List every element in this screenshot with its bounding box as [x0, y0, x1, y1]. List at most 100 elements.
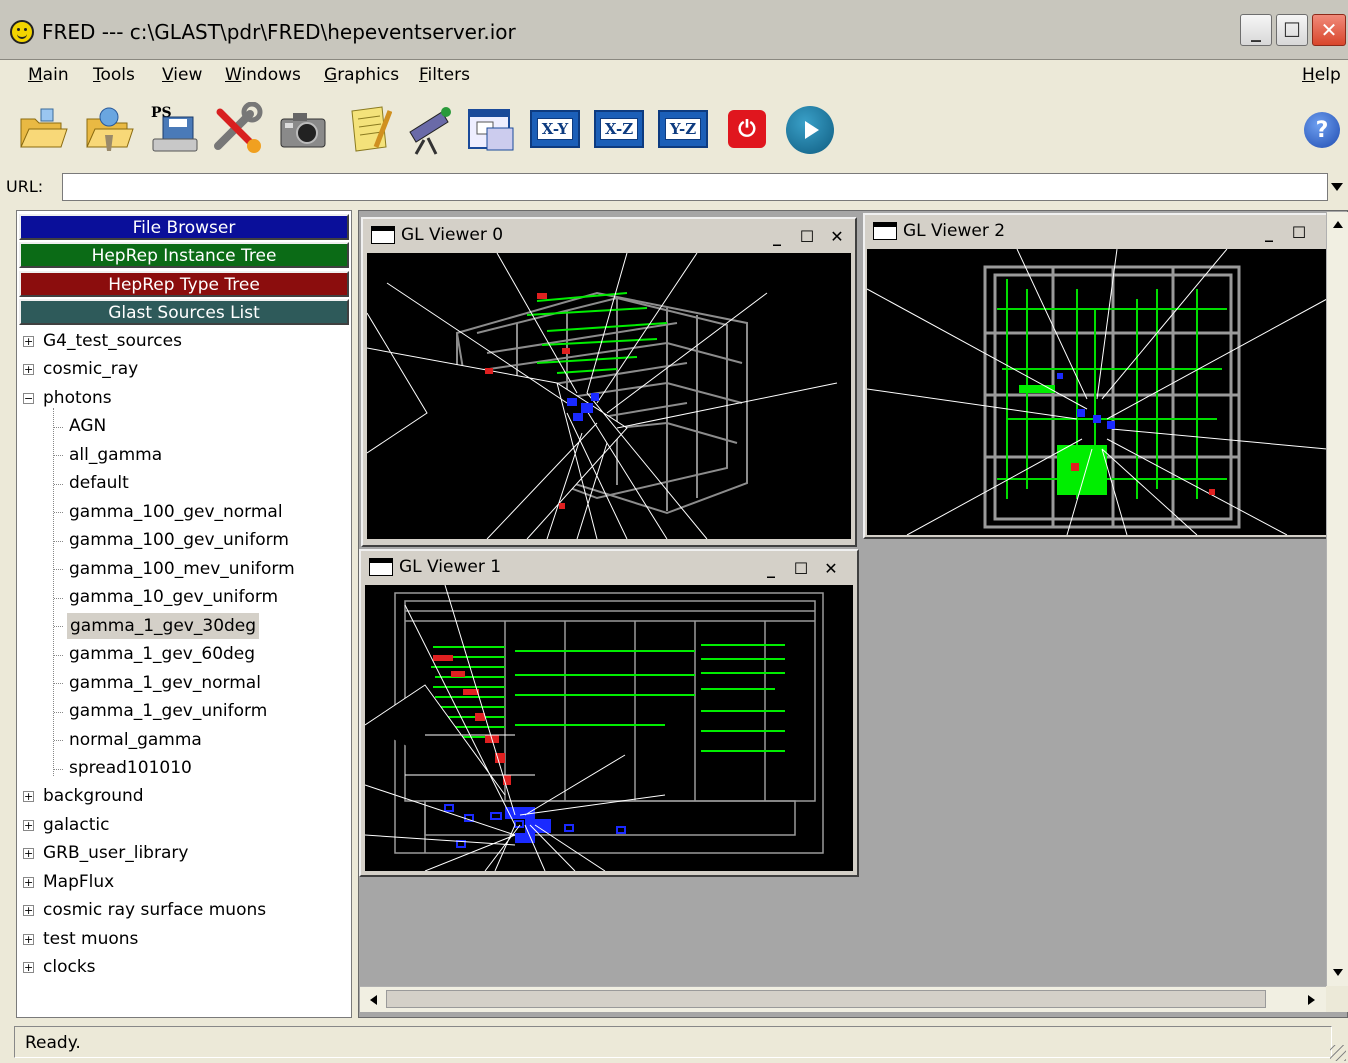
menu-graphics[interactable]: Graphics: [324, 65, 399, 85]
menu-filters[interactable]: Filters: [419, 65, 470, 85]
tree-item-photons[interactable]: photons: [43, 385, 112, 411]
scroll-left-icon[interactable]: [362, 988, 384, 1012]
window-layout-icon[interactable]: [464, 102, 518, 156]
maximize-icon[interactable]: ☐: [789, 557, 813, 579]
play-icon[interactable]: [786, 106, 834, 154]
gl-viewer-0-canvas[interactable]: [367, 253, 851, 539]
expand-icon[interactable]: +: [23, 962, 34, 973]
close-icon[interactable]: ✕: [825, 225, 849, 247]
tree-item-cosmic-ray[interactable]: cosmic_ray: [43, 356, 138, 382]
tree-item-gamma-1-gev-uniform[interactable]: gamma_1_gev_uniform: [69, 698, 267, 724]
expand-icon[interactable]: +: [23, 934, 34, 945]
horizontal-scrollbar[interactable]: [360, 986, 1326, 1012]
tree-item-grb-user-library[interactable]: GRB_user_library: [43, 840, 188, 866]
menu-main[interactable]: Main: [28, 65, 69, 85]
collapse-icon[interactable]: −: [23, 393, 34, 404]
tree-item-clocks[interactable]: clocks: [43, 954, 96, 980]
tree-connector: [54, 427, 63, 428]
resize-grip-icon[interactable]: [1330, 1045, 1346, 1061]
tree-connector: [54, 455, 63, 456]
tree-item-gamma-10-gev-uniform[interactable]: gamma_10_gev_uniform: [69, 584, 278, 610]
detector-xy-render: [867, 249, 1327, 535]
minimize-button[interactable]: _: [1240, 14, 1272, 46]
menu-view[interactable]: View: [162, 65, 202, 85]
tree-item-mapflux[interactable]: MapFlux: [43, 869, 114, 895]
open-folder-icon[interactable]: [16, 102, 70, 156]
maximize-button[interactable]: ☐: [1276, 14, 1308, 46]
minimize-icon[interactable]: _: [765, 225, 789, 247]
menu-windows[interactable]: Windows: [225, 65, 301, 85]
minimize-icon[interactable]: _: [1257, 221, 1281, 243]
gl-viewer-0-titlebar[interactable]: GL Viewer 0 _ ☐ ✕: [363, 219, 855, 251]
maximize-icon[interactable]: ☐: [795, 225, 819, 247]
tree-item-g4-test-sources[interactable]: G4_test_sources: [43, 328, 182, 354]
save-ps-icon[interactable]: PS: [148, 102, 202, 156]
tree-item-background[interactable]: background: [43, 783, 144, 809]
expand-icon[interactable]: +: [23, 820, 34, 831]
scroll-right-icon[interactable]: [1300, 988, 1322, 1012]
gl-viewer-2-titlebar[interactable]: GL Viewer 2 _ ☐: [865, 215, 1327, 247]
scroll-up-icon[interactable]: [1327, 212, 1348, 236]
tree-item-normal-gamma[interactable]: normal_gamma: [69, 727, 202, 753]
help-icon[interactable]: ?: [1304, 112, 1340, 148]
expand-icon[interactable]: +: [23, 905, 34, 916]
tree-item-gamma-1-gev-60deg[interactable]: gamma_1_gev_60deg: [69, 641, 255, 667]
heprep-instance-tree-button[interactable]: HepRep Instance Tree: [19, 242, 349, 268]
window-title: FRED --- c:\GLAST\pdr\FRED\hepeventserve…: [42, 20, 516, 44]
tree-item-gamma-100-gev-uniform[interactable]: gamma_100_gev_uniform: [69, 527, 289, 553]
tree-item-galactic[interactable]: galactic: [43, 812, 109, 838]
url-dropdown-icon[interactable]: [1327, 173, 1347, 201]
gl-viewer-0-window[interactable]: GL Viewer 0 _ ☐ ✕: [361, 217, 857, 547]
minimize-icon[interactable]: _: [759, 557, 783, 579]
expand-icon[interactable]: +: [23, 791, 34, 802]
view-yz-label: Y-Z: [664, 118, 702, 140]
expand-icon[interactable]: +: [23, 877, 34, 888]
gl-viewer-1-titlebar[interactable]: GL Viewer 1 _ ☐ ✕: [361, 551, 857, 583]
telescope-icon[interactable]: [402, 102, 456, 156]
tree-item-gamma-1-gev-normal[interactable]: gamma_1_gev_normal: [69, 670, 261, 696]
tree-item-agn[interactable]: AGN: [69, 413, 106, 439]
maximize-icon: ☐: [1283, 18, 1301, 42]
horizontal-scroll-thumb[interactable]: [386, 990, 1266, 1008]
vertical-scrollbar[interactable]: [1326, 212, 1348, 986]
file-browser-button[interactable]: File Browser: [19, 214, 349, 240]
tree-item-all-gamma[interactable]: all_gamma: [69, 442, 162, 468]
view-xy-button[interactable]: X-Y: [530, 110, 580, 148]
tree-item-spread101010[interactable]: spread101010: [69, 755, 192, 781]
expand-icon[interactable]: +: [23, 336, 34, 347]
tree-connector: [54, 569, 63, 570]
status-bar: Ready.: [0, 1022, 1348, 1063]
tree-item-default[interactable]: default: [69, 470, 129, 496]
url-input[interactable]: [62, 173, 1328, 201]
expand-icon[interactable]: +: [23, 364, 34, 375]
heprep-type-tree-button[interactable]: HepRep Type Tree: [19, 271, 349, 297]
gl-viewer-1-window[interactable]: GL Viewer 1 _ ☐ ✕: [359, 549, 859, 877]
menu-help[interactable]: Help: [1302, 65, 1341, 85]
close-icon[interactable]: ✕: [819, 557, 843, 579]
tree-connector: [54, 626, 63, 627]
tree-item-cosmic-ray-surface-muons[interactable]: cosmic ray surface muons: [43, 897, 266, 923]
gl-viewer-1-canvas[interactable]: [365, 585, 853, 871]
gl-viewer-2-canvas[interactable]: [867, 249, 1327, 535]
tree-connector: [54, 769, 63, 770]
app-smiley-icon[interactable]: [10, 20, 34, 44]
maximize-icon[interactable]: ☐: [1287, 221, 1311, 243]
tree-item-gamma-100-mev-uniform[interactable]: gamma_100_mev_uniform: [69, 556, 295, 582]
tree-item-gamma-100-gev-normal[interactable]: gamma_100_gev_normal: [69, 499, 283, 525]
tree-item-test-muons[interactable]: test muons: [43, 926, 138, 952]
view-xz-button[interactable]: X-Z: [594, 110, 644, 148]
title-bar[interactable]: FRED --- c:\GLAST\pdr\FRED\hepeventserve…: [0, 0, 1348, 60]
stop-power-icon[interactable]: ⏻: [728, 110, 766, 148]
camera-icon[interactable]: [276, 102, 330, 156]
gl-viewer-2-window[interactable]: GL Viewer 2 _ ☐: [863, 213, 1329, 539]
glast-sources-list-button[interactable]: Glast Sources List: [19, 299, 349, 325]
scroll-down-icon[interactable]: [1327, 960, 1348, 984]
close-button[interactable]: ✕: [1312, 14, 1346, 46]
open-remote-icon[interactable]: [82, 102, 136, 156]
notepad-icon[interactable]: [340, 102, 394, 156]
menu-tools[interactable]: Tools: [93, 65, 135, 85]
tree-item-gamma-1-gev-30deg-selected[interactable]: gamma_1_gev_30deg: [67, 613, 260, 639]
expand-icon[interactable]: +: [23, 848, 34, 859]
view-yz-button[interactable]: Y-Z: [658, 110, 708, 148]
settings-tools-icon[interactable]: [210, 102, 264, 156]
